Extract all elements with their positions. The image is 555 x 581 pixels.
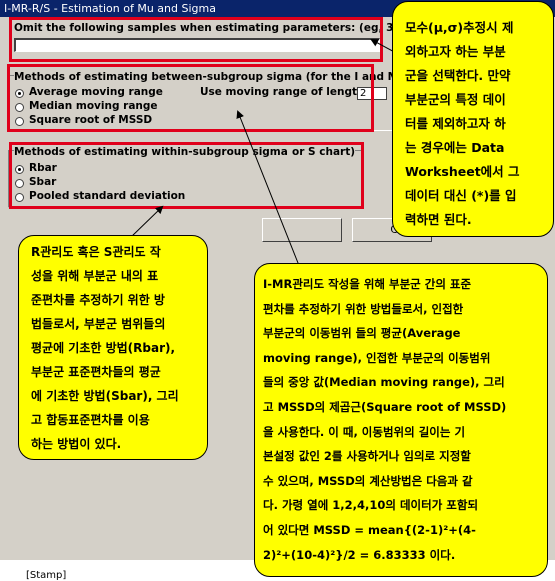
omit-note-line: 모수(μ,σ)추정시 제	[405, 20, 514, 35]
within-note-line: 준편차를 추정하기 위한 방	[31, 293, 165, 307]
between-note-line: 들의 중앙 값(Median moving range), 그리	[263, 375, 505, 390]
callout-between-note: I-MR관리도 작성을 위해 부분군 간의 표준 편차를 추정하기 위한 방법들…	[254, 263, 548, 577]
callout-between-text: I-MR관리도 작성을 위해 부분군 간의 표준 편차를 추정하기 위한 방법들…	[263, 272, 541, 567]
omit-note-line: 군을 선택한다. 만약	[405, 68, 511, 83]
within-note-line: 성을 위해 부분군 내의 표	[31, 269, 159, 283]
between-note-line: 본설정 값인 2를 사용하거나 임의로 지정할	[263, 449, 471, 464]
omit-note-line: Worksheet에서 그	[405, 164, 520, 179]
arrow-within	[129, 205, 164, 239]
omit-note-line: 터를 제외하고자 하	[405, 116, 506, 131]
between-note-line: 어 있다면 MSSD = mean{(2-1)²+(4-	[263, 522, 476, 537]
callout-within-text: R관리도 혹은 S관리도 작 성을 위해 부분군 내의 표 준편차를 추정하기 …	[31, 240, 201, 456]
between-note-line: 수 있으며, MSSD의 계산방법은 다음과 같	[263, 473, 473, 488]
callout-omit-note: 모수(μ,σ)추정시 제 외하고자 하는 부분 군을 선택한다. 만약 부분군의…	[392, 1, 554, 237]
between-note-line: 편차를 추정하기 위한 방법들로서, 인접한	[263, 301, 464, 316]
between-note-line: 부분군의 이동범위 들의 평균(Average	[263, 326, 461, 341]
between-note-line: 고 MSSD의 제곱근(Square root of MSSD)	[263, 399, 507, 414]
between-note-line: moving range), 인접한 부분군의 이동범위	[263, 350, 491, 365]
omit-note-line: 부분군의 특정 데이	[405, 92, 506, 107]
omit-note-line: 데이터 대신 (*)를 입	[405, 188, 517, 203]
within-note-line: 부분군 표준편차들의 평균	[31, 365, 161, 379]
within-note-line: 고 합동표준편차를 이용	[31, 413, 150, 427]
between-note-line: 다. 가령 열에 1,2,4,10의 데이터가 포함되	[263, 498, 479, 513]
within-note-line: 에 기초한 방법(Sbar), 그리	[31, 389, 179, 403]
omit-note-line: 력하면 된다.	[405, 212, 472, 227]
callout-within-note: R관리도 혹은 S관리도 작 성을 위해 부분군 내의 표 준편차를 추정하기 …	[18, 235, 208, 460]
between-note-line: I-MR관리도 작성을 위해 부분군 간의 표준	[263, 277, 472, 291]
omit-note-line: 외하고자 하는 부분	[405, 44, 506, 59]
within-note-line: 하는 방법이 있다.	[31, 437, 122, 451]
between-note-line: 2)²+(10-4)²}/2 = 6.83333 이다.	[263, 547, 456, 562]
within-note-line: 평균에 기초한 방법(Rbar),	[31, 341, 176, 355]
within-note-line: R관리도 혹은 S관리도 작	[31, 245, 161, 259]
arrow-between	[236, 110, 301, 269]
callout-omit-text: 모수(μ,σ)추정시 제 외하고자 하는 부분 군을 선택한다. 만약 부분군의…	[405, 16, 545, 232]
between-note-line: 을 사용한다. 이 때, 이동범위의 길이는 기	[263, 424, 466, 439]
within-note-line: 법들로서, 부분군 범위들의	[31, 317, 166, 331]
omit-note-line: 는 경우에는 Data	[405, 140, 505, 155]
stamp-label: [Stamp]	[26, 570, 67, 581]
